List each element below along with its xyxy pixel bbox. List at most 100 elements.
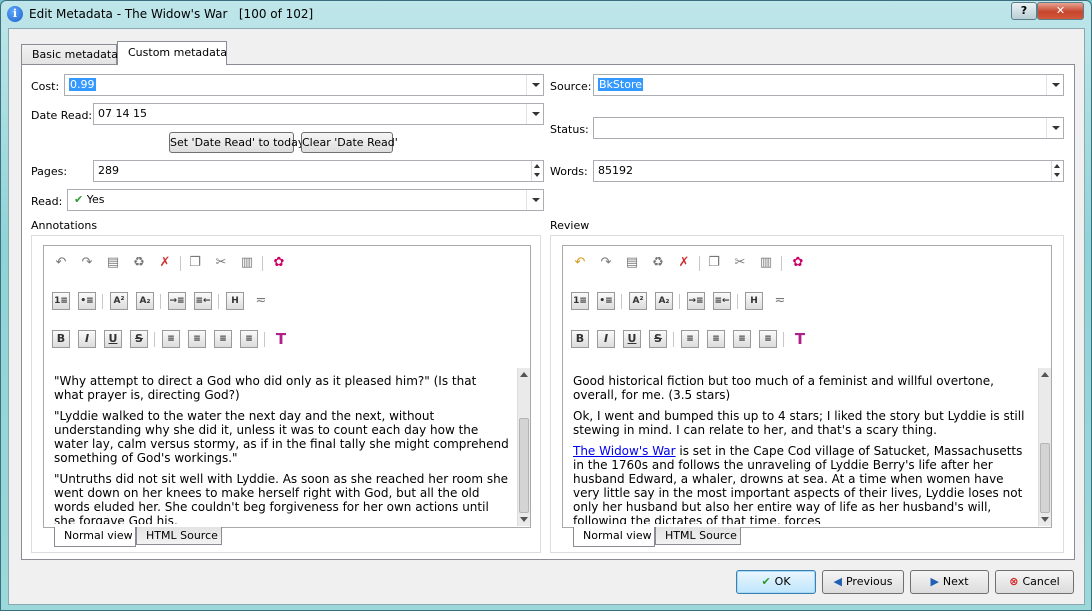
scroll-up-icon[interactable]	[1041, 372, 1049, 377]
cut-icon[interactable]: ✂	[212, 254, 230, 272]
text-color-icon[interactable]: T	[791, 330, 809, 348]
date-read-label: Date Read:	[31, 109, 93, 122]
chevron-down-icon[interactable]	[526, 75, 543, 95]
review-html-source-tab[interactable]: HTML Source	[655, 527, 741, 545]
review-scrollbar[interactable]	[1038, 368, 1051, 526]
insert-line-icon[interactable]: ≂	[771, 292, 789, 310]
chevron-down-icon[interactable]	[526, 190, 543, 210]
bullet-list-icon[interactable]: •≡	[78, 292, 96, 310]
align-right-icon[interactable]: ≡	[214, 330, 232, 348]
annotations-html-source-tab[interactable]: HTML Source	[136, 527, 222, 545]
copy-icon[interactable]: ❐	[186, 254, 204, 272]
clear-date-read-button[interactable]: Clear 'Date Read'	[301, 132, 398, 153]
bold-icon[interactable]: B	[571, 330, 589, 348]
indent-icon[interactable]: →≡	[168, 292, 186, 310]
outdent-icon[interactable]: ≡←	[713, 292, 731, 310]
align-right-icon[interactable]: ≡	[733, 330, 751, 348]
bullet-list-icon[interactable]: •≡	[597, 292, 615, 310]
underline-icon[interactable]: U	[623, 330, 641, 348]
tab-basic-metadata[interactable]: Basic metadata	[21, 44, 118, 64]
status-combo[interactable]	[593, 117, 1064, 139]
annotations-scrollbar[interactable]	[517, 368, 530, 526]
copy-document-icon[interactable]: ▤	[623, 254, 641, 272]
source-combo[interactable]: BkStore	[593, 74, 1064, 96]
annotations-normal-view-tab[interactable]: Normal view	[54, 527, 136, 547]
align-center-icon[interactable]: ≡	[188, 330, 206, 348]
scroll-thumb[interactable]	[1040, 443, 1050, 513]
text-color-icon[interactable]: T	[272, 330, 290, 348]
italic-icon[interactable]: I	[78, 330, 96, 348]
cut-icon[interactable]: ✂	[731, 254, 749, 272]
copy-document-icon[interactable]: ▤	[104, 254, 122, 272]
scroll-down-icon[interactable]	[520, 517, 528, 522]
insert-line-icon[interactable]: ≂	[252, 292, 270, 310]
review-editor[interactable]: ↶ ↷ ▤ ♻ ✗ ❐ ✂ ▥ ✿ 1≡ •≡ A² A₂ →≡ ≡← H ≂ …	[562, 245, 1052, 528]
next-button[interactable]: ▶ Next	[910, 570, 989, 594]
close-button[interactable]: ✕	[1037, 2, 1084, 20]
ok-button[interactable]: ✔ OK	[736, 570, 816, 594]
spinner-icon[interactable]	[1051, 161, 1063, 181]
color-picker-icon[interactable]: ✿	[789, 254, 807, 272]
align-left-icon[interactable]: ≡	[162, 330, 180, 348]
recycle-icon[interactable]: ♻	[649, 254, 667, 272]
cancel-button[interactable]: ⊗ Cancel	[995, 570, 1074, 594]
align-left-icon[interactable]: ≡	[681, 330, 699, 348]
set-date-read-today-button[interactable]: Set 'Date Read' to today	[169, 132, 304, 153]
help-button[interactable]: ?	[1011, 2, 1037, 20]
underline-icon[interactable]: U	[104, 330, 122, 348]
superscript-icon[interactable]: A²	[629, 292, 647, 310]
chevron-down-icon[interactable]	[1046, 75, 1063, 95]
previous-button[interactable]: ◀ Previous	[822, 570, 904, 594]
subscript-icon[interactable]: A₂	[655, 292, 673, 310]
redo-icon[interactable]: ↷	[78, 254, 96, 272]
tab-custom-metadata[interactable]: Custom metadata	[117, 41, 227, 65]
outdent-icon[interactable]: ≡←	[194, 292, 212, 310]
clear-formatting-icon[interactable]: ✗	[156, 254, 174, 272]
scroll-down-icon[interactable]	[1041, 517, 1049, 522]
date-read-field[interactable]: 07 14 15	[93, 103, 544, 125]
align-center-icon[interactable]: ≡	[707, 330, 725, 348]
spinner-icon[interactable]	[531, 161, 543, 181]
annotations-editor[interactable]: ↶ ↷ ▤ ♻ ✗ ❐ ✂ ▥ ✿ 1≡ •≡ A² A₂ →≡ ≡← H ≂ …	[43, 245, 531, 528]
read-combo[interactable]: ✔ Yes	[67, 189, 544, 211]
calendar-dropdown-icon[interactable]	[526, 104, 543, 124]
words-label: Words:	[550, 165, 588, 178]
italic-icon[interactable]: I	[597, 330, 615, 348]
subscript-icon[interactable]: A₂	[136, 292, 154, 310]
review-content[interactable]: Good historical fiction but too much of …	[573, 374, 1031, 524]
undo-icon[interactable]: ↶	[571, 254, 589, 272]
date-read-value: 07 14 15	[98, 107, 147, 120]
numbered-list-icon[interactable]: 1≡	[52, 292, 70, 310]
title-bar[interactable]: i Edit Metadata - The Widow's War [100 o…	[1, 1, 1091, 27]
scroll-up-icon[interactable]	[520, 372, 528, 377]
pages-spinbox[interactable]: 289	[93, 160, 544, 182]
redo-icon[interactable]: ↷	[597, 254, 615, 272]
arrow-right-icon: ▶	[930, 575, 939, 588]
chevron-down-icon[interactable]	[1046, 118, 1063, 138]
align-justify-icon[interactable]: ≡	[240, 330, 258, 348]
numbered-list-icon[interactable]: 1≡	[571, 292, 589, 310]
paste-icon[interactable]: ▥	[757, 254, 775, 272]
bold-icon[interactable]: B	[52, 330, 70, 348]
scroll-thumb[interactable]	[519, 418, 529, 513]
strikethrough-icon[interactable]: S	[130, 330, 148, 348]
align-justify-icon[interactable]: ≡	[759, 330, 777, 348]
horizontal-rule-icon[interactable]: H	[745, 292, 763, 310]
paste-icon[interactable]: ▥	[238, 254, 256, 272]
indent-icon[interactable]: →≡	[687, 292, 705, 310]
review-normal-view-tab[interactable]: Normal view	[573, 527, 655, 547]
undo-icon[interactable]: ↶	[52, 254, 70, 272]
read-value: Yes	[86, 193, 105, 206]
recycle-icon[interactable]: ♻	[130, 254, 148, 272]
horizontal-rule-icon[interactable]: H	[226, 292, 244, 310]
clear-formatting-icon[interactable]: ✗	[675, 254, 693, 272]
book-title-link[interactable]: The Widow's War	[573, 444, 676, 458]
color-picker-icon[interactable]: ✿	[270, 254, 288, 272]
words-spinbox[interactable]: 85192	[593, 160, 1064, 182]
strikethrough-icon[interactable]: S	[649, 330, 667, 348]
cost-combo[interactable]: 0.99	[64, 74, 544, 96]
annotations-content[interactable]: "Why attempt to direct a God who did onl…	[54, 374, 509, 524]
superscript-icon[interactable]: A²	[110, 292, 128, 310]
annotation-paragraph: "Untruths did not sit well with Lyddie. …	[54, 472, 509, 524]
copy-icon[interactable]: ❐	[705, 254, 723, 272]
